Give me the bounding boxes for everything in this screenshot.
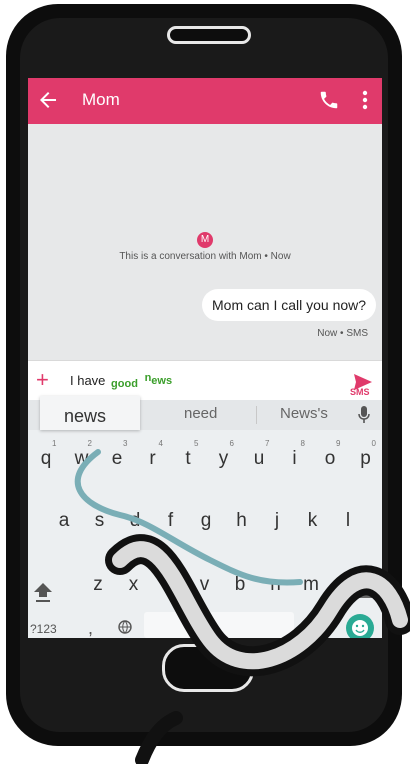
space-bar[interactable] <box>144 612 294 638</box>
key-c[interactable]: c <box>155 574 183 596</box>
globe-icon[interactable] <box>118 620 132 634</box>
more-options-icon[interactable] <box>358 89 372 111</box>
key-a[interactable]: a <box>50 510 78 532</box>
key-hint-0: 0 <box>371 439 376 448</box>
contact-avatar: M <box>197 232 213 248</box>
suggestion-selected[interactable]: news <box>40 396 140 430</box>
key-hint-1: 1 <box>52 439 57 448</box>
swipe-word-1: good <box>111 378 138 390</box>
attach-plus-icon[interactable]: + <box>36 368 49 392</box>
key-z[interactable]: z <box>84 574 112 596</box>
key-j[interactable]: j <box>263 510 291 532</box>
symbols-key[interactable]: ?123 <box>30 622 57 636</box>
key-e[interactable]: e <box>103 448 131 470</box>
key-y[interactable]: y <box>210 448 238 470</box>
key-s[interactable]: s <box>86 510 114 532</box>
emoji-icon <box>352 620 368 636</box>
key-f[interactable]: f <box>157 510 185 532</box>
swipe-word-2b: ews <box>151 375 173 387</box>
key-hint-4: 4 <box>158 439 163 448</box>
comma-key[interactable]: , <box>88 618 93 638</box>
key-q[interactable]: q <box>32 448 60 470</box>
compose-bar: + I have good news SMS <box>28 360 382 401</box>
microphone-icon[interactable] <box>358 406 370 424</box>
key-m[interactable]: m <box>297 574 325 596</box>
suggestion-middle[interactable]: need <box>184 405 217 422</box>
key-l[interactable]: l <box>334 510 362 532</box>
conversation-title: Mom <box>82 90 120 109</box>
key-hint-8: 8 <box>300 439 305 448</box>
key-hint-5: 5 <box>194 439 199 448</box>
key-hint-6: 6 <box>229 439 234 448</box>
key-o[interactable]: o <box>316 448 344 470</box>
compose-text: I have <box>70 373 106 388</box>
home-button[interactable] <box>162 644 254 692</box>
key-h[interactable]: h <box>228 510 256 532</box>
key-t[interactable]: t <box>174 448 202 470</box>
conversation-area: M This is a conversation with Mom • Now … <box>28 124 382 360</box>
key-hint-7: 7 <box>265 439 270 448</box>
suggestion-right[interactable]: News's <box>280 405 328 422</box>
key-v[interactable]: v <box>191 574 219 596</box>
backspace-icon[interactable] <box>352 582 374 600</box>
key-d[interactable]: d <box>121 510 149 532</box>
back-arrow-icon[interactable] <box>36 88 60 112</box>
phone-call-icon[interactable] <box>318 89 340 111</box>
key-g[interactable]: g <box>192 510 220 532</box>
compose-input[interactable]: I have good news <box>70 372 173 390</box>
screen: Mom M This is a conversation with Mom • … <box>28 78 382 638</box>
emoji-button[interactable] <box>346 614 374 638</box>
key-k[interactable]: k <box>299 510 327 532</box>
key-hint-2: 2 <box>87 439 92 448</box>
conversation-info: This is a conversation with Mom • Now <box>119 251 291 262</box>
app-bar: Mom <box>28 78 382 124</box>
send-sms-label: SMS <box>350 387 370 397</box>
message-meta: Now • SMS <box>317 328 368 339</box>
key-hint-9: 9 <box>336 439 341 448</box>
suggestion-divider <box>256 406 257 424</box>
earpiece-speaker <box>167 26 251 44</box>
message-bubble[interactable]: Mom can I call you now? <box>202 289 377 321</box>
key-hint-3: 3 <box>123 439 128 448</box>
key-b[interactable]: b <box>226 574 254 596</box>
key-i[interactable]: i <box>281 448 309 470</box>
suggestion-selected-label: news <box>64 406 107 426</box>
key-r[interactable]: r <box>139 448 167 470</box>
key-p[interactable]: p <box>352 448 380 470</box>
key-x[interactable]: x <box>120 574 148 596</box>
key-u[interactable]: u <box>245 448 273 470</box>
period-key[interactable]: . <box>312 614 317 635</box>
shift-icon[interactable] <box>32 580 54 604</box>
keyboard: new need News's news ?123 , . q1w2e3r4t5… <box>28 396 382 638</box>
key-w[interactable]: w <box>68 448 96 470</box>
key-n[interactable]: n <box>262 574 290 596</box>
